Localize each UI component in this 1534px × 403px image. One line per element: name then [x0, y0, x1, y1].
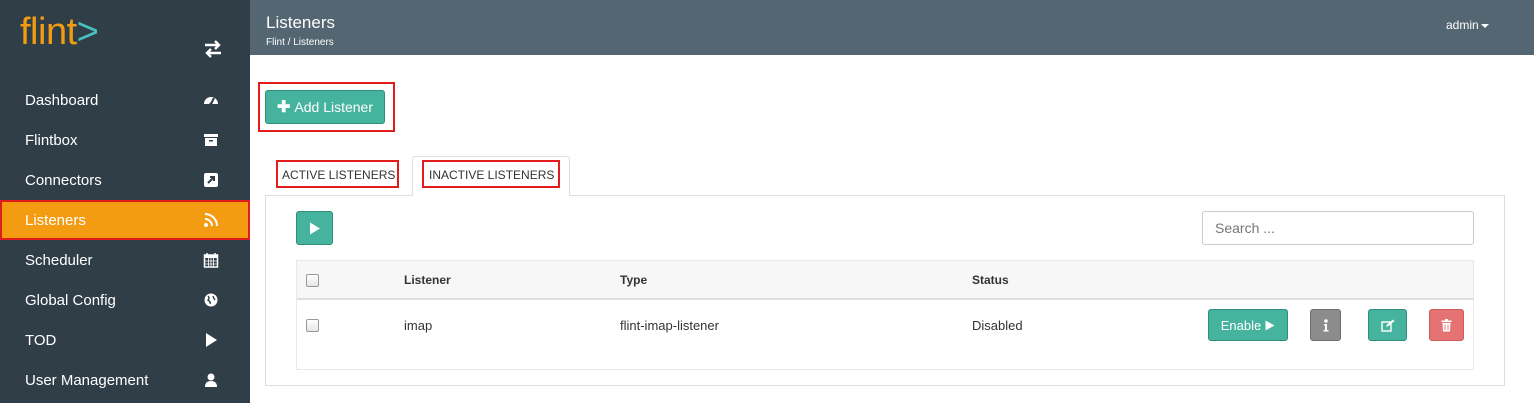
- row-checkbox[interactable]: [306, 319, 319, 332]
- app-logo[interactable]: flint>: [20, 10, 99, 54]
- external-link-icon: [204, 173, 218, 187]
- trash-icon: [1441, 318, 1452, 331]
- globe-icon: [204, 293, 218, 307]
- column-header-listener[interactable]: Listener: [404, 273, 451, 287]
- cell-type: flint-imap-listener: [620, 318, 719, 333]
- select-all-checkbox[interactable]: [306, 274, 319, 287]
- column-header-type[interactable]: Type: [620, 273, 647, 287]
- sidebar-item-flintbox[interactable]: Flintbox: [0, 120, 250, 160]
- play-icon: [206, 333, 217, 347]
- calendar-icon: [203, 253, 219, 268]
- add-listener-label: Add Listener: [294, 99, 373, 115]
- caret-down-icon: [1480, 23, 1489, 28]
- tab-active-listeners[interactable]: ACTIVE LISTENERS: [282, 168, 395, 182]
- add-listener-button[interactable]: ✚ Add Listener: [265, 90, 385, 124]
- column-header-status[interactable]: Status: [972, 273, 1009, 287]
- search-input[interactable]: [1202, 211, 1474, 245]
- play-icon: [1265, 320, 1275, 330]
- enable-button[interactable]: Enable: [1208, 309, 1288, 341]
- breadcrumb[interactable]: Flint / Listeners: [266, 37, 334, 48]
- sidebar-item-scheduler[interactable]: Scheduler: [0, 240, 250, 280]
- tab-inactive-listeners[interactable]: INACTIVE LISTENERS: [429, 168, 554, 182]
- info-button[interactable]: [1310, 309, 1341, 341]
- user-icon: [205, 373, 217, 387]
- sidebar-item-tod[interactable]: TOD: [0, 320, 250, 360]
- sidebar: flint> Dashboard Flintbox Connectors Lis…: [0, 0, 250, 403]
- rss-icon: [204, 213, 218, 227]
- plus-icon: ✚: [276, 99, 291, 116]
- user-menu[interactable]: admin: [1446, 18, 1489, 32]
- page-title: Listeners: [266, 13, 335, 32]
- listeners-table: Listener Type Status imap flint-imap-lis…: [296, 260, 1474, 370]
- sidebar-item-global-config[interactable]: Global Config: [0, 280, 250, 320]
- edit-button[interactable]: [1368, 309, 1407, 341]
- dashboard-icon: [204, 97, 218, 106]
- play-icon: [310, 222, 320, 235]
- table-header: Listener Type Status: [297, 261, 1473, 300]
- edit-icon: [1380, 319, 1394, 332]
- logo-text: flint: [20, 11, 77, 53]
- sidebar-item-user-management[interactable]: User Management: [0, 360, 250, 400]
- play-button[interactable]: [296, 211, 333, 245]
- top-bar: Listeners Flint / Listeners admin: [250, 0, 1534, 55]
- cell-listener: imap: [404, 318, 433, 333]
- archive-icon: [204, 134, 218, 146]
- sidebar-item-listeners[interactable]: Listeners: [0, 200, 250, 240]
- delete-button[interactable]: [1429, 309, 1464, 341]
- sidebar-item-connectors[interactable]: Connectors: [0, 160, 250, 200]
- logo-accent: >: [76, 11, 99, 53]
- sidebar-item-dashboard[interactable]: Dashboard: [0, 80, 250, 120]
- enable-label: Enable: [1220, 317, 1262, 333]
- cell-status: Disabled: [972, 318, 1023, 333]
- user-name: admin: [1446, 18, 1479, 32]
- swap-icon[interactable]: [202, 39, 224, 59]
- info-icon: [1323, 318, 1328, 331]
